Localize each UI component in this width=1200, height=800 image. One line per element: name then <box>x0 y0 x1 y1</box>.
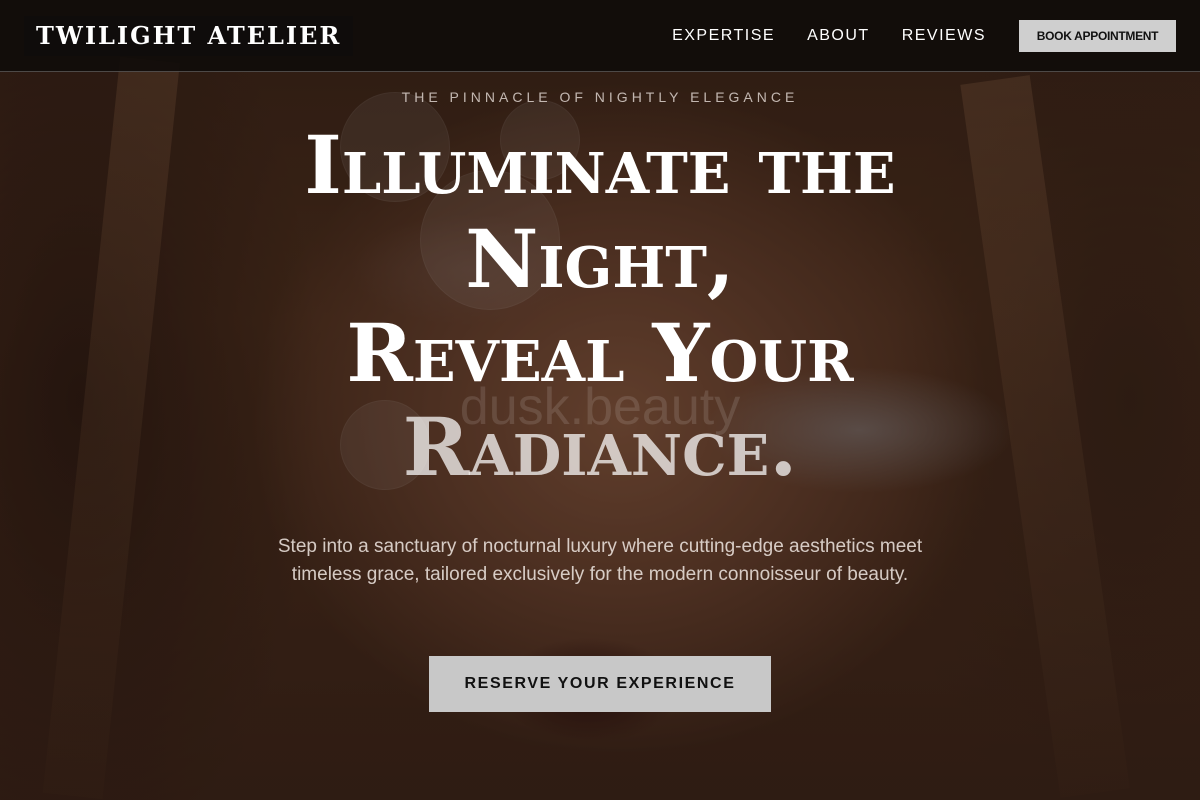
headline-line: Radiance. <box>402 400 798 494</box>
hero-section: THE PINNACLE OF NIGHTLY ELEGANCE dusk.be… <box>0 72 1200 800</box>
headline-line: Illuminate the <box>304 118 896 212</box>
hero-subtext: Step into a sanctuary of nocturnal luxur… <box>277 536 923 585</box>
site-header: TWILIGHT ATELIER EXPERTISE ABOUT REVIEWS… <box>0 0 1200 72</box>
book-appointment-button[interactable]: BOOK APPOINTMENT <box>1019 19 1176 52</box>
brand-logo[interactable]: TWILIGHT ATELIER <box>24 15 354 56</box>
hero-eyebrow: THE PINNACLE OF NIGHTLY ELEGANCE <box>401 89 799 105</box>
nav-link-expertise[interactable]: EXPERTISE <box>672 27 775 45</box>
headline-line: Reveal Your <box>346 306 854 400</box>
hero-headline: Illuminate the Night, Reveal Your Radian… <box>0 118 1200 494</box>
reserve-experience-button[interactable]: RESERVE YOUR EXPERIENCE <box>429 656 771 712</box>
headline-line: Night, <box>465 212 735 306</box>
main-nav: EXPERTISE ABOUT REVIEWS BOOK APPOINTMENT <box>640 19 1176 52</box>
nav-link-reviews[interactable]: REVIEWS <box>902 27 986 45</box>
nav-link-about[interactable]: ABOUT <box>807 27 870 45</box>
